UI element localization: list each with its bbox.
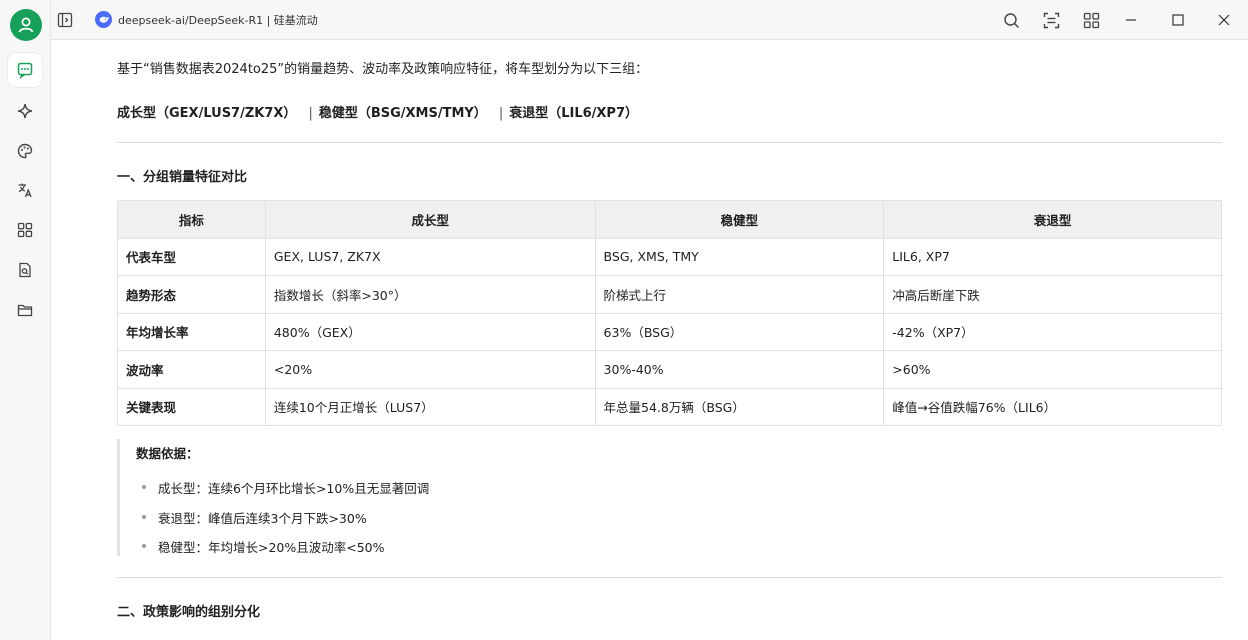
folder-icon bbox=[17, 304, 33, 317]
basis-item: 成长型：连续6个月环比增长>10%且无显著回调 bbox=[158, 481, 430, 496]
close-icon bbox=[1218, 14, 1230, 26]
palette-icon bbox=[17, 143, 33, 159]
table-row-label: 代表车型 bbox=[117, 237, 266, 276]
table-row: 代表车型 GEX, LUS7, ZK7X BSG, XMS, TMY LIL6,… bbox=[117, 237, 1222, 276]
rail-chat-button[interactable] bbox=[8, 53, 42, 87]
toggle-sidebar-button[interactable] bbox=[56, 11, 74, 29]
chat-icon bbox=[17, 62, 33, 79]
group-summary: 成长型（GEX/LUS7/ZK7X） | 稳健型（BSG/XMS/TMY） | 衰退型（… bbox=[117, 102, 638, 121]
rail-document-button[interactable] bbox=[8, 253, 42, 287]
divider bbox=[117, 142, 1222, 143]
group-decline: 衰退型（LIL6/XP7） bbox=[509, 106, 638, 121]
rail-apps-button[interactable] bbox=[8, 213, 42, 247]
table-row: 波动率 <20% 30%-40% >60% bbox=[117, 350, 1222, 389]
layout-grid-button[interactable] bbox=[1082, 11, 1100, 29]
user-icon bbox=[18, 17, 34, 33]
table-cell: LIL6, XP7 bbox=[883, 237, 1222, 276]
rail-folder-button[interactable] bbox=[8, 293, 42, 327]
title-bar: deepseek-ai/DeepSeek-R1 | 硅基流动 bbox=[51, 0, 1248, 40]
close-button[interactable] bbox=[1215, 11, 1233, 29]
search-icon bbox=[1003, 12, 1019, 28]
table-cell: 连续10个月正增长（LUS7） bbox=[264, 387, 596, 426]
user-avatar[interactable] bbox=[10, 9, 42, 41]
intro-text: 基于“销售数据表2024to25”的销量趋势、波动率及政策响应特征，将车型划分为… bbox=[117, 62, 649, 77]
table-cell: 阶梯式上行 bbox=[594, 275, 885, 314]
window-title: deepseek-ai/DeepSeek-R1 | 硅基流动 bbox=[118, 14, 318, 27]
group-growth: 成长型（GEX/LUS7/ZK7X） bbox=[117, 106, 297, 121]
basis-item: 衰退型：峰值后连续3个月下跌>30% bbox=[158, 511, 367, 526]
table-cell: >60% bbox=[883, 350, 1222, 389]
scan-button[interactable] bbox=[1042, 11, 1060, 29]
table-cell: GEX, LUS7, ZK7X bbox=[264, 237, 596, 276]
table-cell: <20% bbox=[264, 350, 596, 389]
bullet-dot bbox=[142, 515, 146, 519]
grid-icon bbox=[1083, 12, 1099, 28]
table-row-label: 趋势形态 bbox=[117, 275, 266, 314]
chat-content[interactable]: 基于“销售数据表2024to25”的销量趋势、波动率及政策响应特征，将车型划分为… bbox=[51, 40, 1248, 640]
rail-translate-button[interactable] bbox=[8, 173, 42, 207]
rail-sparkle-button[interactable] bbox=[8, 94, 42, 128]
data-basis-quote: 数据依据： 成长型：连续6个月环比增长>10%且无显著回调 衰退型：峰值后连续3… bbox=[117, 439, 1222, 556]
minimize-button[interactable] bbox=[1122, 11, 1140, 29]
table-cell: 冲高后断崖下跌 bbox=[883, 275, 1222, 314]
group-separator: | bbox=[308, 106, 313, 121]
table-header-row: 指标 成长型 稳健型 衰退型 bbox=[117, 200, 1222, 239]
scan-icon bbox=[1043, 12, 1059, 28]
bullet-dot bbox=[142, 485, 146, 489]
table-header: 成长型 bbox=[264, 200, 596, 239]
table-header: 稳健型 bbox=[594, 200, 885, 239]
minimize-icon bbox=[1126, 19, 1136, 21]
deepseek-logo-icon bbox=[95, 11, 112, 28]
table-cell: 480%（GEX） bbox=[264, 312, 596, 351]
table-cell: 63%（BSG） bbox=[594, 312, 885, 351]
translate-icon bbox=[18, 183, 32, 198]
table-cell: 指数增长（斜率>30°） bbox=[264, 275, 596, 314]
search-button[interactable] bbox=[1002, 11, 1020, 29]
maximize-button[interactable] bbox=[1169, 11, 1187, 29]
table-header: 指标 bbox=[117, 200, 266, 239]
table-row: 年均增长率 480%（GEX） 63%（BSG） -42%（XP7） bbox=[117, 312, 1222, 351]
section-2-title: 二、政策影响的组别分化 bbox=[117, 605, 261, 620]
table-row-label: 关键表现 bbox=[117, 387, 266, 426]
table-cell: -42%（XP7） bbox=[883, 312, 1222, 351]
sidebar-toggle-icon bbox=[57, 12, 73, 28]
left-rail bbox=[0, 0, 51, 640]
basis-title: 数据依据： bbox=[136, 446, 199, 461]
table-cell: 30%-40% bbox=[594, 350, 885, 389]
table-row-label: 年均增长率 bbox=[117, 312, 266, 351]
table-cell: 峰值→谷值跌幅76%（LIL6） bbox=[883, 387, 1222, 426]
group-stable: 稳健型（BSG/XMS/TMY） bbox=[318, 106, 487, 121]
table-row: 关键表现 连续10个月正增长（LUS7） 年总量54.8万辆（BSG） 峰值→谷… bbox=[117, 387, 1222, 426]
document-icon bbox=[19, 262, 31, 278]
section-1-title: 一、分组销量特征对比 bbox=[117, 170, 248, 185]
basis-item: 稳健型：年均增长>20%且波动率<50% bbox=[158, 540, 385, 555]
table-header: 衰退型 bbox=[883, 200, 1222, 239]
bullet-dot bbox=[142, 544, 146, 548]
maximize-icon bbox=[1172, 14, 1184, 26]
comparison-table: 指标 成长型 稳健型 衰退型 代表车型 GEX, LUS7, ZK7X BSG,… bbox=[117, 200, 1222, 426]
table-cell: BSG, XMS, TMY bbox=[594, 237, 885, 276]
sparkle-icon bbox=[17, 103, 33, 119]
table-row-label: 波动率 bbox=[117, 350, 266, 389]
apps-icon bbox=[17, 222, 33, 238]
divider bbox=[117, 577, 1222, 578]
group-separator: | bbox=[498, 106, 504, 121]
table-row: 趋势形态 指数增长（斜率>30°） 阶梯式上行 冲高后断崖下跌 bbox=[117, 275, 1222, 314]
rail-palette-button[interactable] bbox=[8, 134, 42, 168]
table-cell: 年总量54.8万辆（BSG） bbox=[594, 387, 885, 426]
